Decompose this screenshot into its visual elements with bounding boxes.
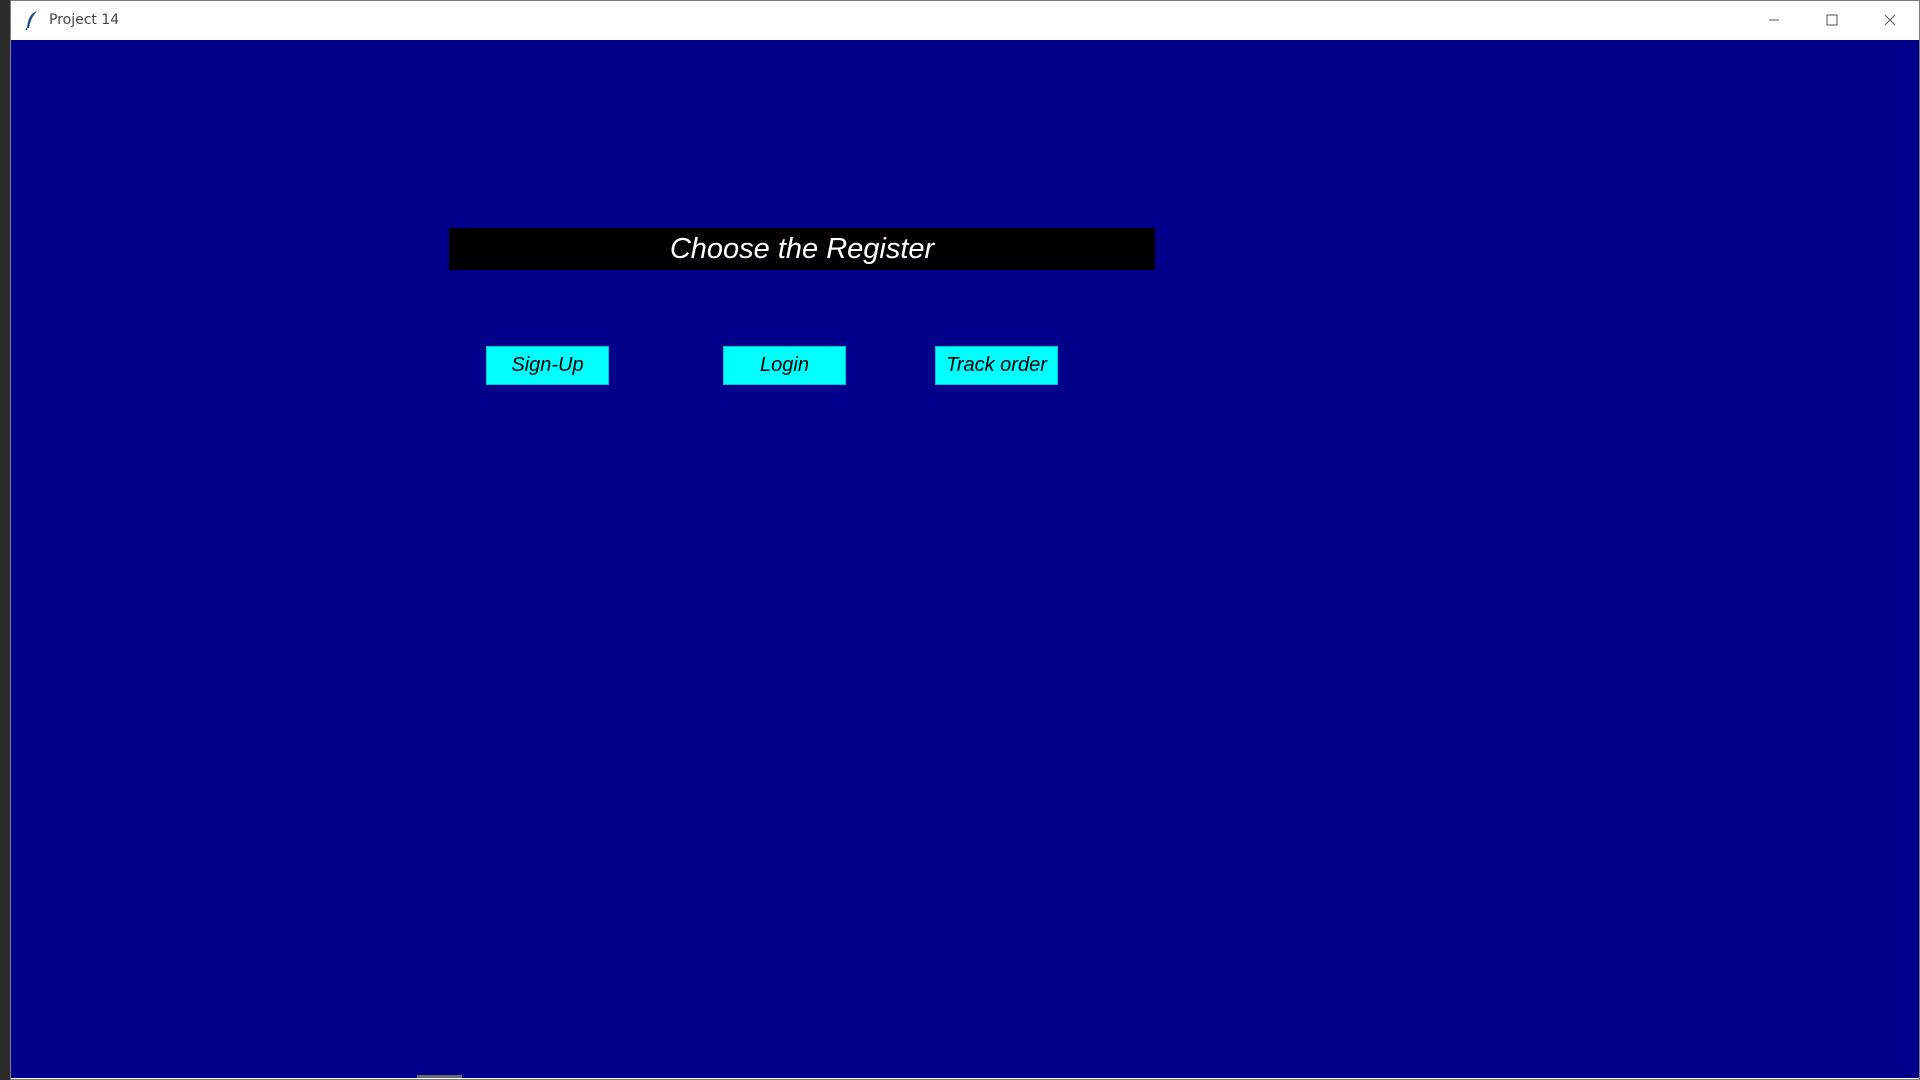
feather-icon xyxy=(23,9,41,31)
app-window: Project 14 Choose the Register Sign-Up L… xyxy=(10,0,1920,1080)
minimize-button[interactable] xyxy=(1745,1,1803,39)
scroll-indicator xyxy=(417,1075,462,1078)
register-heading: Choose the Register xyxy=(449,228,1155,270)
main-canvas: Choose the Register Sign-Up Login Track … xyxy=(11,40,1919,1078)
login-button[interactable]: Login xyxy=(723,346,846,385)
maximize-icon xyxy=(1826,14,1838,26)
signup-button[interactable]: Sign-Up xyxy=(486,346,609,385)
close-button[interactable] xyxy=(1861,1,1919,39)
title-bar[interactable]: Project 14 xyxy=(11,1,1919,39)
desktop-edge xyxy=(0,0,10,1080)
window-controls xyxy=(1745,1,1919,39)
track-order-button[interactable]: Track order xyxy=(935,346,1058,385)
close-icon xyxy=(1884,14,1896,26)
minimize-icon xyxy=(1769,19,1779,21)
window-title: Project 14 xyxy=(49,12,120,28)
maximize-button[interactable] xyxy=(1803,1,1861,39)
